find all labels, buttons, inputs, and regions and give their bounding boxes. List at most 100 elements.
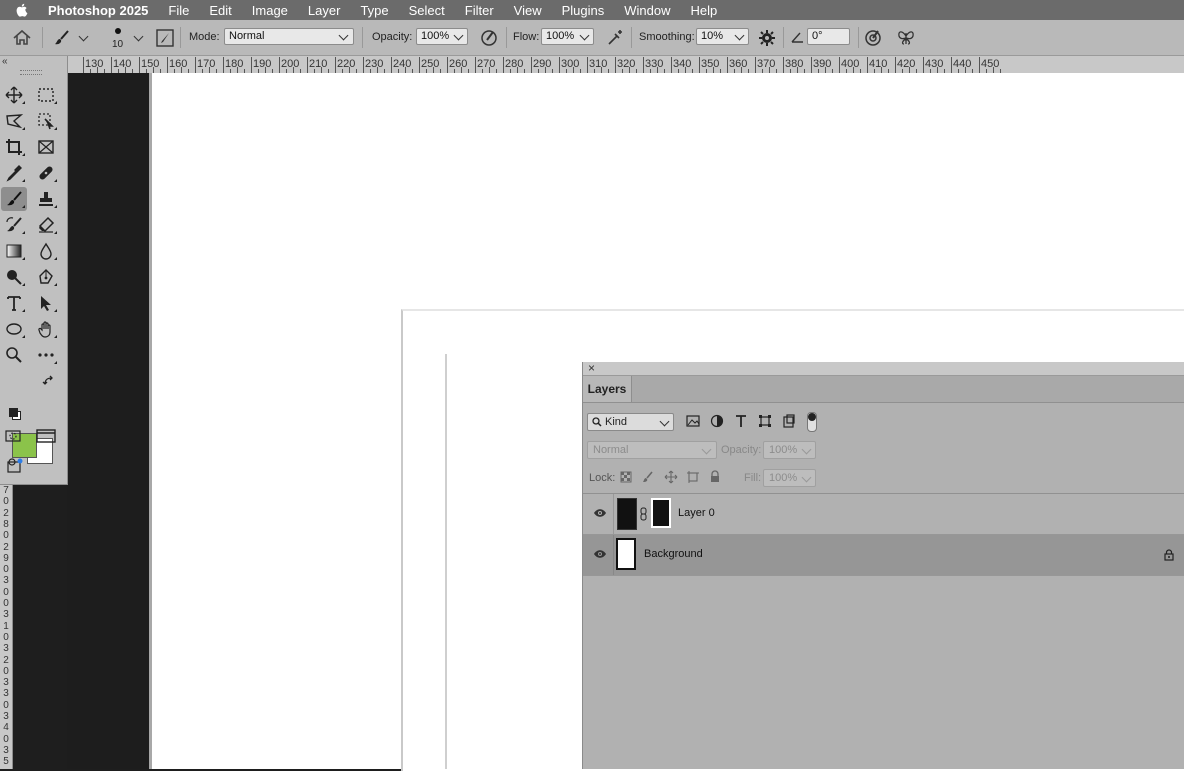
lock-pixels-icon[interactable] xyxy=(642,471,654,483)
shape-tool[interactable] xyxy=(1,317,27,341)
lock-transparent-icon[interactable] xyxy=(620,471,632,483)
marquee-tool[interactable] xyxy=(33,83,59,107)
lock-artboard-icon[interactable] xyxy=(686,470,700,484)
brush-settings-panel-icon[interactable] xyxy=(156,29,174,47)
search-icon xyxy=(592,417,602,427)
menu-image[interactable]: Image xyxy=(252,3,288,18)
healing-brush-tool[interactable] xyxy=(33,161,59,185)
eyedropper-tool[interactable] xyxy=(1,161,27,185)
brush-tip-icon[interactable] xyxy=(115,28,121,34)
zoom-tool[interactable] xyxy=(1,343,27,367)
ruler-major-tick xyxy=(83,57,84,73)
layer-row[interactable]: Layer 0 xyxy=(583,494,1184,535)
crop-tool[interactable] xyxy=(1,135,27,159)
move-tool[interactable] xyxy=(1,83,27,107)
menu-help[interactable]: Help xyxy=(691,3,718,18)
ruler-major-tick xyxy=(699,57,700,73)
flow-field[interactable]: 100% xyxy=(541,28,594,45)
filter-adjustment-icon[interactable] xyxy=(710,414,724,428)
hand-tool[interactable] xyxy=(33,317,59,341)
frame-tool[interactable] xyxy=(33,135,59,159)
pasteboard xyxy=(67,73,149,769)
edit-toolbar-button[interactable] xyxy=(33,343,59,367)
mode-select[interactable]: Normal xyxy=(224,28,354,45)
fill-field[interactable]: 100% xyxy=(763,469,816,487)
menu-layer[interactable]: Layer xyxy=(308,3,341,18)
pressure-opacity-icon[interactable] xyxy=(479,28,499,48)
vertical-ruler[interactable]: 7028029030031032033034035 xyxy=(0,483,13,769)
app-name[interactable]: Photoshop 2025 xyxy=(48,3,148,18)
airbrush-icon[interactable] xyxy=(605,28,625,48)
layer-thumbnail[interactable] xyxy=(616,538,636,570)
tab-layers[interactable]: Layers xyxy=(583,376,632,402)
angle-value: 0° xyxy=(812,30,823,42)
menu-filter[interactable]: Filter xyxy=(465,3,494,18)
ruler-major-tick xyxy=(615,57,616,73)
angle-field[interactable]: 0° xyxy=(807,28,850,45)
eraser-tool[interactable] xyxy=(33,213,59,237)
history-brush-tool[interactable] xyxy=(1,213,27,237)
path-selection-tool[interactable] xyxy=(33,291,59,315)
menu-view[interactable]: View xyxy=(514,3,542,18)
lock-position-icon[interactable] xyxy=(664,470,678,484)
menu-plugins[interactable]: Plugins xyxy=(562,3,605,18)
panel-grip[interactable] xyxy=(20,70,42,75)
panel-title-bar[interactable]: × xyxy=(583,361,1184,376)
vertical-ruler-label: 0 xyxy=(3,733,9,745)
ruler-label: 190 xyxy=(253,58,272,70)
type-tool[interactable] xyxy=(1,291,27,315)
menu-select[interactable]: Select xyxy=(409,3,445,18)
hand-icon xyxy=(38,321,51,338)
layer-lock-icon[interactable] xyxy=(1164,549,1174,561)
layer-row[interactable]: Background xyxy=(583,535,1184,576)
swap-colors-icon[interactable] xyxy=(42,375,56,387)
quick-mask-icon[interactable] xyxy=(5,429,21,443)
layer-thumbnail[interactable] xyxy=(617,498,637,530)
filter-toggle[interactable] xyxy=(807,412,817,432)
filter-shape-icon[interactable] xyxy=(758,414,772,428)
screen-mode-icon[interactable] xyxy=(36,429,56,443)
smoothing-options-gear-icon[interactable] xyxy=(758,29,776,47)
horizontal-ruler[interactable]: 130 140 150 160 170 180 190 200 210 220 230 240 250 2… xyxy=(67,56,1184,74)
opacity-label: Opacity: xyxy=(372,31,413,43)
menu-type[interactable]: Type xyxy=(360,3,388,18)
menu-file[interactable]: File xyxy=(168,3,189,18)
dodge-tool[interactable] xyxy=(1,265,27,289)
clone-stamp-tool[interactable] xyxy=(33,187,59,211)
object-selection-tool[interactable] xyxy=(33,109,59,133)
filter-type-icon[interactable] xyxy=(734,414,748,428)
filter-smart-object-icon[interactable] xyxy=(782,414,796,428)
lock-all-icon[interactable] xyxy=(709,470,721,483)
blur-tool[interactable] xyxy=(33,239,59,263)
layer-mask-thumbnail[interactable] xyxy=(651,498,671,528)
smoothing-field[interactable]: 10% xyxy=(696,28,749,45)
menu-edit[interactable]: Edit xyxy=(209,3,231,18)
layer-opacity-field[interactable]: 100% xyxy=(763,441,816,459)
blend-mode-select[interactable]: Normal xyxy=(587,441,717,459)
pen-tool[interactable] xyxy=(33,265,59,289)
filter-pixel-icon[interactable] xyxy=(686,414,700,428)
lasso-tool[interactable] xyxy=(1,109,27,133)
ruler-label: 170 xyxy=(197,58,216,70)
menu-window[interactable]: Window xyxy=(624,3,670,18)
home-icon[interactable] xyxy=(12,29,32,46)
collapse-panel-icon[interactable]: « xyxy=(2,56,8,67)
opacity-field[interactable]: 100% xyxy=(416,28,468,45)
visibility-eye-icon[interactable] xyxy=(593,549,607,559)
layer-name[interactable]: Background xyxy=(644,548,703,560)
polygon-lasso-icon xyxy=(6,114,23,129)
brush-tool-preset-icon[interactable] xyxy=(53,29,71,47)
generative-fill-icon[interactable] xyxy=(5,457,25,475)
pressure-size-icon[interactable] xyxy=(863,28,883,48)
mask-link-icon[interactable] xyxy=(640,507,647,521)
filter-kind-select[interactable]: Kind xyxy=(587,413,674,431)
close-icon[interactable]: × xyxy=(588,361,595,375)
gradient-tool[interactable] xyxy=(1,239,27,263)
layer-name[interactable]: Layer 0 xyxy=(678,507,715,519)
visibility-eye-icon[interactable] xyxy=(593,508,607,518)
symmetry-butterfly-icon[interactable] xyxy=(896,28,916,48)
brush-tool[interactable] xyxy=(1,187,27,211)
default-colors-icon[interactable] xyxy=(9,408,21,420)
apple-icon[interactable] xyxy=(14,2,30,18)
smoothing-label: Smoothing: xyxy=(639,31,695,43)
